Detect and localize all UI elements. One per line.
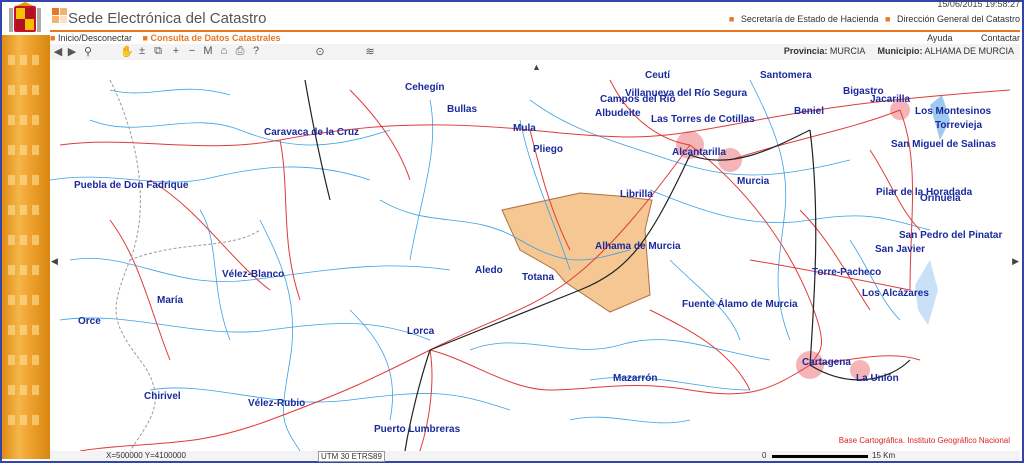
status-bar: X=500000 Y=4100000 UTM 30 ETRS89 0 15 Km	[50, 451, 1020, 462]
nav-item-inicio[interactable]: Inicio/Desconectar	[58, 33, 132, 43]
town-label: Las Torres de Cotillas	[651, 114, 755, 125]
location-info: Provincia: MURCIA Municipio: ALHAMA DE M…	[784, 46, 1014, 56]
top-links: ■ Secretaría de Estado de Hacienda ■ Dir…	[725, 14, 1020, 24]
zoom-out-icon[interactable]: −	[186, 45, 198, 57]
help-icon[interactable]: ?	[250, 45, 262, 57]
link-direccion-catastro[interactable]: Dirección General del Catastro	[897, 14, 1020, 24]
town-label: San Pedro del Pinatar	[899, 230, 1003, 241]
town-label: Pliego	[533, 144, 564, 155]
town-label: Mazarrón	[613, 373, 658, 384]
town-label: Jacarilla	[870, 94, 911, 105]
town-label: Beniel	[794, 106, 825, 117]
side-banner-image	[2, 35, 50, 459]
town-label: Los Montesinos	[915, 106, 992, 117]
town-label: Mula	[513, 123, 536, 134]
nav-bar: ■ Inicio/Desconectar ■ Consulta de Datos…	[50, 32, 1020, 44]
pan-north-arrow-icon[interactable]: ▲	[532, 62, 541, 72]
locate-pin-icon[interactable]: ⊙	[314, 45, 326, 58]
town-label: Fuente Álamo de Murcia	[682, 299, 798, 310]
town-label: Torre-Pacheco	[812, 267, 882, 278]
municipio-label: Municipio:	[877, 46, 923, 56]
municipio-value: ALHAMA DE MURCIA	[924, 46, 1014, 56]
nav-item-consulta[interactable]: Consulta de Datos Catastrales	[150, 33, 280, 43]
back-arrow-icon[interactable]: ◀	[52, 45, 64, 58]
site-header: Sede Electrónica del Catastro 15/06/2015…	[50, 0, 1020, 30]
town-label: Cehegín	[405, 82, 445, 93]
town-label: Torrevieja	[935, 120, 983, 131]
pan-hand-icon[interactable]: ✋	[120, 45, 134, 58]
srs-select[interactable]: UTM 30 ETRS89	[318, 451, 385, 462]
scale-end-label: 15 Km	[872, 451, 896, 460]
zoom-in-icon[interactable]: +	[170, 45, 182, 57]
link-secretaria-hacienda[interactable]: Secretaría de Estado de Hacienda	[741, 14, 879, 24]
town-label: Chirivel	[144, 391, 181, 402]
bullet-icon: ■	[728, 14, 735, 24]
town-label: Bullas	[447, 104, 478, 115]
zoom-box-in-icon[interactable]: ±	[136, 45, 148, 57]
town-label: San Miguel de Salinas	[891, 139, 997, 150]
coat-of-arms-logo	[2, 2, 50, 36]
town-label: Orihuela	[920, 193, 961, 204]
town-label: Totana	[522, 272, 555, 283]
forward-arrow-icon[interactable]: ▶	[66, 45, 78, 58]
town-label: Caravaca de la Cruz	[264, 127, 360, 138]
town-label: Santomera	[760, 70, 812, 81]
town-label: Aledo	[475, 265, 503, 276]
town-label: Cartagena	[802, 357, 851, 368]
town-label: Alhama de Murcia	[595, 241, 681, 252]
layers-icon[interactable]: ≋	[364, 45, 376, 58]
map-attribution: Base Cartográfica. Instituto Geográfico …	[838, 436, 1010, 445]
map-viewport[interactable]: Cehegín Bullas Caravaca de la Cruz Mula Plie…	[50, 60, 1020, 451]
zoom-box-out-icon[interactable]: ⧉	[152, 45, 164, 58]
town-label: La Unión	[856, 373, 899, 384]
town-label: Orce	[78, 316, 101, 327]
bullet-icon: ■	[884, 14, 891, 24]
town-label: Vélez-Blanco	[222, 269, 285, 280]
town-label: Ceutí	[645, 70, 670, 81]
town-label: San Javier	[875, 244, 926, 255]
home-icon[interactable]: ⌂	[218, 45, 230, 57]
provincia-label: Provincia:	[783, 46, 828, 56]
bullet-icon: ■	[50, 33, 56, 43]
pan-east-arrow-icon[interactable]: ▶	[1012, 256, 1019, 267]
nav-item-ayuda[interactable]: Ayuda	[927, 33, 952, 43]
provincia-value: MURCIA	[829, 46, 865, 56]
pan-west-arrow-icon[interactable]: ◀	[51, 256, 58, 267]
bullet-icon: ■	[142, 33, 148, 43]
town-label: Puebla de Don Fadrique	[74, 180, 189, 191]
coords-readout: X=500000 Y=4100000	[106, 451, 186, 460]
town-label: Alcantarilla	[672, 147, 726, 158]
town-label: Los Alcázares	[862, 288, 929, 299]
nav-item-contactar[interactable]: Contactar	[981, 33, 1020, 43]
scale-bar	[772, 455, 868, 458]
print-icon[interactable]: ⎙	[234, 45, 246, 58]
catastro-logo-icon	[52, 8, 67, 23]
site-title: Sede Electrónica del Catastro	[68, 10, 267, 27]
town-label: Murcia	[737, 176, 770, 187]
town-label: Lorca	[407, 326, 435, 337]
scale-start-label: 0	[762, 451, 767, 460]
map-canvas[interactable]	[50, 60, 1020, 451]
zoom-magnifier-icon[interactable]: ⚲	[82, 45, 94, 58]
town-label: Puerto Lumbreras	[374, 424, 461, 435]
datetime-label: 15/06/2015 19:58:27	[937, 0, 1020, 9]
town-label: Villanueva del Río Segura	[625, 88, 748, 99]
town-label: Vélez-Rubio	[248, 398, 306, 409]
measure-icon[interactable]: M	[202, 45, 214, 57]
town-label: Librilla	[620, 189, 653, 200]
map-toolbar: ◀ ▶ ⚲ ✋ ± ⧉ + − M ⌂ ⎙ ? ⊙ ≋ Provincia: M…	[50, 44, 1020, 60]
town-label: Albudeite	[595, 108, 641, 119]
town-label: María	[157, 295, 184, 306]
